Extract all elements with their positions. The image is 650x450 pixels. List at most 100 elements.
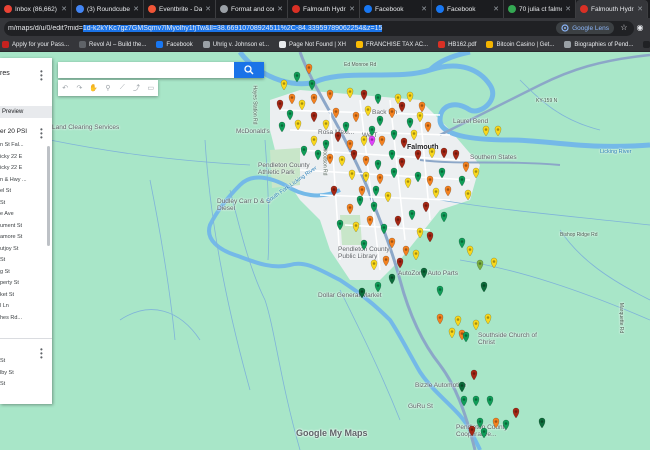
hydrant-marker[interactable] <box>356 195 364 207</box>
hydrant-marker[interactable] <box>494 125 502 137</box>
hydrant-marker[interactable] <box>420 267 428 279</box>
close-tab-icon[interactable]: ✕ <box>421 5 427 13</box>
hydrant-marker[interactable] <box>362 155 370 167</box>
hydrant-marker[interactable] <box>384 191 392 203</box>
browser-tab[interactable]: (3) Roundcube Wi...✕ <box>72 0 144 18</box>
layer-item[interactable]: utjoy St <box>0 246 18 252</box>
hydrant-marker[interactable] <box>398 101 406 113</box>
hydrant-marker[interactable] <box>360 135 368 147</box>
browser-tab[interactable]: Facebook ✕ <box>432 0 504 18</box>
hydrant-marker[interactable] <box>476 417 484 429</box>
browser-tab[interactable]: Eventbrite - Dash...✕ <box>144 0 216 18</box>
hydrant-marker[interactable] <box>394 215 402 227</box>
hydrant-marker[interactable] <box>438 167 446 179</box>
hydrant-marker[interactable] <box>372 185 380 197</box>
hydrant-marker[interactable] <box>454 315 462 327</box>
hydrant-marker[interactable] <box>308 79 316 91</box>
hydrant-marker[interactable] <box>374 93 382 105</box>
hydrant-marker[interactable] <box>348 169 356 181</box>
hydrant-marker[interactable] <box>404 177 412 189</box>
layer-item[interactable]: amore St <box>0 234 22 240</box>
hydrant-marker[interactable] <box>378 135 386 147</box>
hydrant-marker[interactable] <box>444 185 452 197</box>
hydrant-marker[interactable] <box>322 139 330 151</box>
bookmark-item[interactable]: Uhrig v. Johnson et... <box>202 41 269 48</box>
hydrant-marker[interactable] <box>326 89 334 101</box>
hydrant-marker[interactable] <box>502 419 510 431</box>
hydrant-marker[interactable] <box>476 259 484 271</box>
undo-icon[interactable]: ↶ <box>58 80 72 96</box>
hydrant-marker[interactable] <box>286 109 294 121</box>
hydrant-marker[interactable] <box>402 245 410 257</box>
close-tab-icon[interactable]: ✕ <box>565 5 571 13</box>
hydrant-marker[interactable] <box>418 101 426 113</box>
hydrant-marker[interactable] <box>424 121 432 133</box>
layer-item[interactable]: n & Hwy ... <box>0 177 27 183</box>
map-canvas[interactable]: Land Clearing Services McDonald's Pendleto… <box>0 52 650 450</box>
close-tab-icon[interactable]: ✕ <box>61 5 67 13</box>
layer-item[interactable]: perty St <box>0 280 19 286</box>
close-tab-icon[interactable]: ✕ <box>349 5 355 13</box>
layer-item[interactable]: el St <box>0 188 11 194</box>
panel-scrollbar[interactable] <box>47 146 50 246</box>
hydrant-marker[interactable] <box>472 167 480 179</box>
hydrant-marker[interactable] <box>388 237 396 249</box>
hydrant-marker[interactable] <box>426 175 434 187</box>
close-tab-icon[interactable]: ✕ <box>205 5 211 13</box>
hydrant-marker[interactable] <box>346 87 354 99</box>
hydrant-marker[interactable] <box>294 119 302 131</box>
hydrant-marker[interactable] <box>298 99 306 111</box>
hydrant-marker[interactable] <box>460 395 468 407</box>
hydrant-marker[interactable] <box>436 313 444 325</box>
hydrant-marker[interactable] <box>414 149 422 161</box>
profile-icon[interactable]: ◉ <box>634 22 646 34</box>
hydrant-marker[interactable] <box>346 139 354 151</box>
ruler-icon[interactable]: ▭ <box>144 80 158 96</box>
hydrant-marker[interactable] <box>480 427 488 439</box>
marker-icon[interactable]: ⚲ <box>101 80 115 96</box>
bookmark-item[interactable]: Biographies of Pend... <box>564 41 633 48</box>
hand-icon[interactable]: ✋ <box>87 80 101 96</box>
hydrant-marker[interactable] <box>374 159 382 171</box>
hydrant-marker[interactable] <box>416 111 424 123</box>
layer-item[interactable]: l Ln <box>0 303 9 309</box>
hydrant-marker[interactable] <box>486 395 494 407</box>
layer-item[interactable]: ument St <box>0 223 22 229</box>
hydrant-marker[interactable] <box>452 149 460 161</box>
hydrant-marker[interactable] <box>458 175 466 187</box>
hydrant-marker[interactable] <box>472 395 480 407</box>
hydrant-marker[interactable] <box>410 129 418 141</box>
hydrant-marker[interactable] <box>360 89 368 101</box>
hydrant-marker[interactable] <box>462 161 470 173</box>
bookmark-item[interactable]: Apply for your Pass... <box>2 41 69 48</box>
layer-item[interactable]: e Ave <box>0 211 14 217</box>
hydrant-marker[interactable] <box>390 167 398 179</box>
hydrant-marker[interactable] <box>360 239 368 251</box>
browser-tab[interactable]: Format and conve...✕ <box>216 0 288 18</box>
browser-tab[interactable]: Inbox (86,662) - ...✕ <box>0 0 72 18</box>
bookmark-item[interactable]: LOOKING BACK | pu... <box>643 41 650 48</box>
google-lens-button[interactable]: Google Lens <box>556 22 614 34</box>
layer-item[interactable]: n St Fal... <box>0 142 24 148</box>
hydrant-marker[interactable] <box>466 245 474 257</box>
hydrant-marker[interactable] <box>482 125 490 137</box>
bookmark-item[interactable]: FRANCHISE TAX AC... <box>355 41 428 48</box>
hydrant-marker[interactable] <box>352 111 360 123</box>
hydrant-marker[interactable] <box>374 281 382 293</box>
hydrant-marker[interactable] <box>376 115 384 127</box>
hydrant-marker[interactable] <box>414 171 422 183</box>
hydrant-marker[interactable] <box>390 129 398 141</box>
hydrant-marker[interactable] <box>370 259 378 271</box>
layer-item[interactable]: ket St <box>0 292 14 298</box>
layer-item[interactable]: St <box>0 257 5 263</box>
directions-icon[interactable]: ⤴ <box>129 80 143 96</box>
layer-item[interactable]: lby St <box>0 370 14 376</box>
hydrant-marker[interactable] <box>406 117 414 129</box>
close-tab-icon[interactable]: ✕ <box>493 5 499 13</box>
hydrant-marker[interactable] <box>406 91 414 103</box>
hydrant-marker[interactable] <box>400 137 408 149</box>
browser-tab[interactable]: Facebook ✕ <box>360 0 432 18</box>
hydrant-marker[interactable] <box>412 249 420 261</box>
bookmark-item[interactable]: Page Not Found | XH <box>279 41 346 48</box>
layer-options-icon[interactable]: • • • <box>40 126 43 142</box>
